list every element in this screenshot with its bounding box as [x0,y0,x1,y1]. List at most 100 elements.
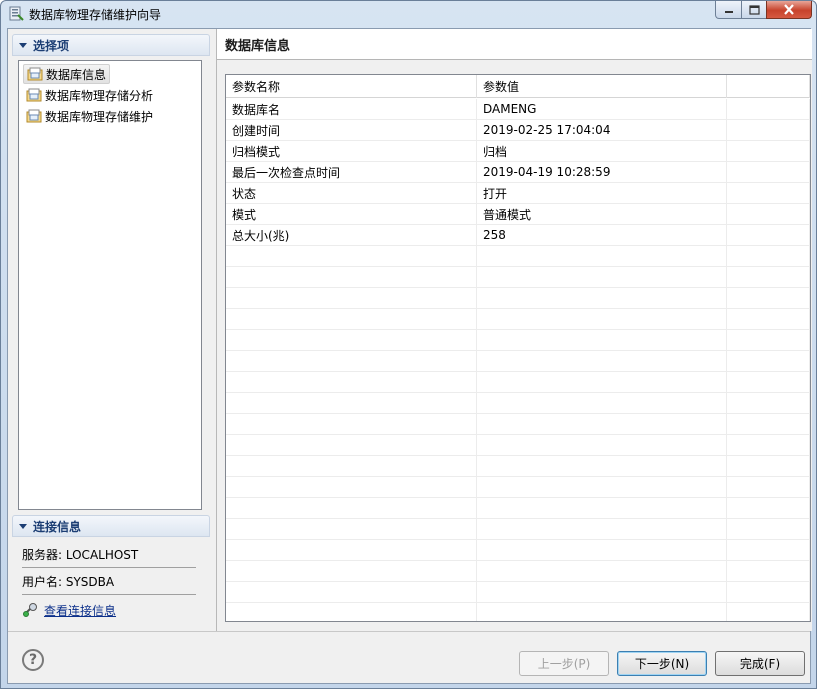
table-row[interactable]: 状态 打开 [226,183,810,204]
database-folder-icon [27,67,43,81]
param-name-cell: 总大小(兆) [226,225,477,245]
param-value-cell: 打开 [477,183,727,203]
button-bar: ? 上一步(P) 下一步(N) 完成(F) [8,631,810,683]
database-folder-icon [26,109,42,123]
param-value-cell: 2019-02-25 17:04:04 [477,120,727,140]
select-tree[interactable]: 数据库信息 数据库物理存储分析 数据库物理存储维护 [18,60,202,510]
param-name-cell [226,414,477,434]
empty-row [226,561,810,582]
page-title: 数据库信息 [217,29,812,59]
param-name-cell [226,498,477,518]
tree-item-storage-maintenance[interactable]: 数据库物理存储维护 [23,106,156,126]
server-text: 服务器: LOCALHOST [22,547,139,562]
param-name-cell: 最后一次检查点时间 [226,162,477,182]
param-value-cell: 2019-04-19 10:28:59 [477,162,727,182]
param-value-cell [477,540,727,560]
param-name-cell: 数据库名 [226,99,477,119]
prev-button[interactable]: 上一步(P) [519,651,609,676]
tree-item-storage-analysis[interactable]: 数据库物理存储分析 [23,85,156,105]
table-row[interactable]: 总大小(兆) 258 [226,225,810,246]
help-icon[interactable]: ? [22,649,44,671]
empty-row [226,330,810,351]
param-value-cell [477,267,727,287]
empty-row [226,267,810,288]
database-folder-icon [26,88,42,102]
param-value-cell: 普通模式 [477,204,727,224]
param-name-cell [226,477,477,497]
extra-cell [727,519,810,539]
column-header-extra[interactable] [727,75,810,98]
empty-row [226,309,810,330]
param-name-cell [226,372,477,392]
empty-row [226,582,810,603]
extra-cell [727,435,810,455]
table-row[interactable]: 模式 普通模式 [226,204,810,225]
wizard-icon [9,6,24,21]
column-header-value[interactable]: 参数值 [477,75,727,98]
param-name-cell [226,288,477,308]
divider [22,567,196,568]
tree-item-database-info[interactable]: 数据库信息 [23,64,111,84]
divider [22,594,196,595]
connection-section-title: 连接信息 [33,519,82,534]
collapse-triangle-icon[interactable] [19,523,27,529]
select-section-header[interactable]: 选择项 [12,34,210,56]
empty-row [226,372,810,393]
table-row[interactable]: 最后一次检查点时间 2019-04-19 10:28:59 [226,162,810,183]
param-value-cell [477,582,727,602]
maximize-icon [748,4,760,15]
tree-item-label: 数据库物理存储维护 [45,109,154,124]
extra-cell [727,204,810,224]
user-info: 用户名: SYSDBA [22,569,196,593]
select-section-title: 选择项 [33,38,70,53]
param-value-cell: 258 [477,225,727,245]
extra-cell [727,162,810,182]
table-row[interactable]: 归档模式 归档 [226,141,810,162]
extra-cell [727,330,810,350]
right-pane: 数据库信息 参数名称 参数值 数据库名 DAMENG 创建时间 2019-02-25 … [217,29,812,631]
param-value-cell: DAMENG [477,99,727,119]
param-name-cell [226,330,477,350]
minimize-button[interactable] [715,1,742,19]
empty-row [226,351,810,372]
table-row[interactable]: 创建时间 2019-02-25 17:04:04 [226,120,810,141]
param-name-cell [226,309,477,329]
extra-cell [727,120,810,140]
param-value-cell [477,435,727,455]
finish-button[interactable]: 完成(F) [715,651,805,676]
empty-row [226,603,810,621]
param-name-cell: 状态 [226,183,477,203]
title-bar[interactable]: 数据库物理存储维护向导 [1,1,816,28]
connection-section-header[interactable]: 连接信息 [12,515,210,537]
table-header: 参数名称 参数值 [226,75,810,98]
maximize-button[interactable] [741,1,767,19]
param-value-cell [477,603,727,621]
empty-row [226,519,810,540]
extra-cell [727,288,810,308]
dialog-client: 选择项 数据库信息 数据库物理存储分析 数据库物理存储维护 连接信息 服务器: … [7,28,812,684]
param-name-cell [226,246,477,266]
extra-cell [727,225,810,245]
param-value-cell [477,309,727,329]
extra-cell [727,183,810,203]
wizard-window: 数据库物理存储维护向导 选择项 数据库信息 数据库物理存储分析 数据库物理存储维… [0,0,817,689]
empty-row [226,435,810,456]
view-connection-row[interactable]: 查看连接信息 [22,598,196,622]
server-info: 服务器: LOCALHOST [22,542,196,566]
collapse-triangle-icon[interactable] [19,42,27,48]
column-header-name[interactable]: 参数名称 [226,75,477,98]
empty-row [226,393,810,414]
param-name-cell: 创建时间 [226,120,477,140]
next-button[interactable]: 下一步(N) [617,651,707,676]
empty-row [226,456,810,477]
param-name-cell [226,603,477,621]
param-name-cell: 归档模式 [226,141,477,161]
extra-cell [727,456,810,476]
view-connection-link[interactable]: 查看连接信息 [44,602,116,619]
param-value-cell [477,351,727,371]
parameter-table[interactable]: 参数名称 参数值 数据库名 DAMENG 创建时间 2019-02-25 17:04:… [225,74,811,622]
close-button[interactable] [766,1,812,19]
param-name-cell [226,561,477,581]
minimize-icon [724,10,733,13]
table-row[interactable]: 数据库名 DAMENG [226,99,810,120]
